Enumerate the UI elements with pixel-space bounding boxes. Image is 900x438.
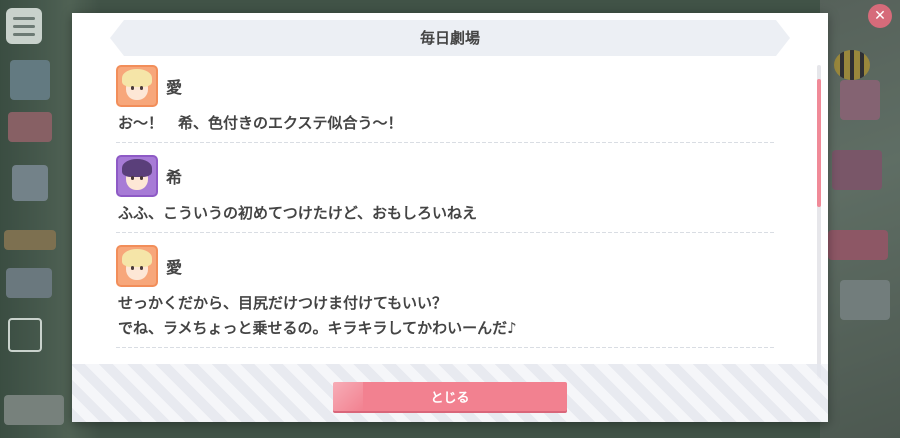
ai-portrait-avatar [116, 65, 158, 107]
menu-button[interactable] [6, 8, 42, 44]
story-log[interactable]: 愛 お～！ 希、色付きのエクステ似合う～！ 希 ふふ、こういうの初めてつけたけど… [116, 61, 776, 369]
entry-divider [116, 347, 776, 348]
dialog-title: 毎日劇場 [419, 29, 480, 47]
daily-theater-dialog: 毎日劇場 愛 お～！ 希、色付きのエクステ似合う～！ 希 ふふ、こういうの初めて… [72, 13, 828, 422]
speaker-name: 愛 [166, 258, 183, 277]
speaker-row: 愛 [116, 61, 776, 111]
dialogue-line: でね、ラメちょっと乗せるの。キラキラしてかわいーんだ♪ [118, 319, 517, 337]
dialogue-line: ふふ、こういうの初めてつけたけど、おもしろいねえ [118, 204, 477, 222]
story-entry: 愛 お～！ 希、色付きのエクステ似合う～！ [116, 61, 776, 143]
story-entry: 希 ふふ、こういうの初めてつけたけど、おもしろいねえ [116, 151, 776, 233]
scrollbar-thumb[interactable] [817, 79, 821, 207]
story-entry: 愛 せっかくだから、目尻だけつけま付けてもいい？ でね、ラメちょっと乗せるの。キ… [116, 241, 776, 348]
dialog-header: 毎日劇場 [110, 20, 790, 56]
expand-icon[interactable] [8, 318, 42, 352]
speaker-name: 希 [166, 168, 183, 187]
hamburger-icon [13, 16, 35, 20]
entry-divider [116, 232, 776, 233]
dialogue-line: お～！ 希、色付きのエクステ似合う～！ [118, 114, 403, 132]
scrollbar[interactable] [817, 65, 821, 379]
speaker-name: 愛 [166, 78, 183, 97]
speaker-row: 愛 [116, 241, 776, 291]
dialogue-line: せっかくだから、目尻だけつけま付けてもいい？ [118, 294, 447, 312]
ai-portrait-avatar [116, 245, 158, 287]
speaker-row: 希 [116, 151, 776, 201]
nozomi-portrait-avatar [116, 155, 158, 197]
close-button[interactable]: とじる [333, 382, 567, 411]
entry-divider [116, 142, 776, 143]
close-icon[interactable]: ✕ [868, 4, 892, 28]
